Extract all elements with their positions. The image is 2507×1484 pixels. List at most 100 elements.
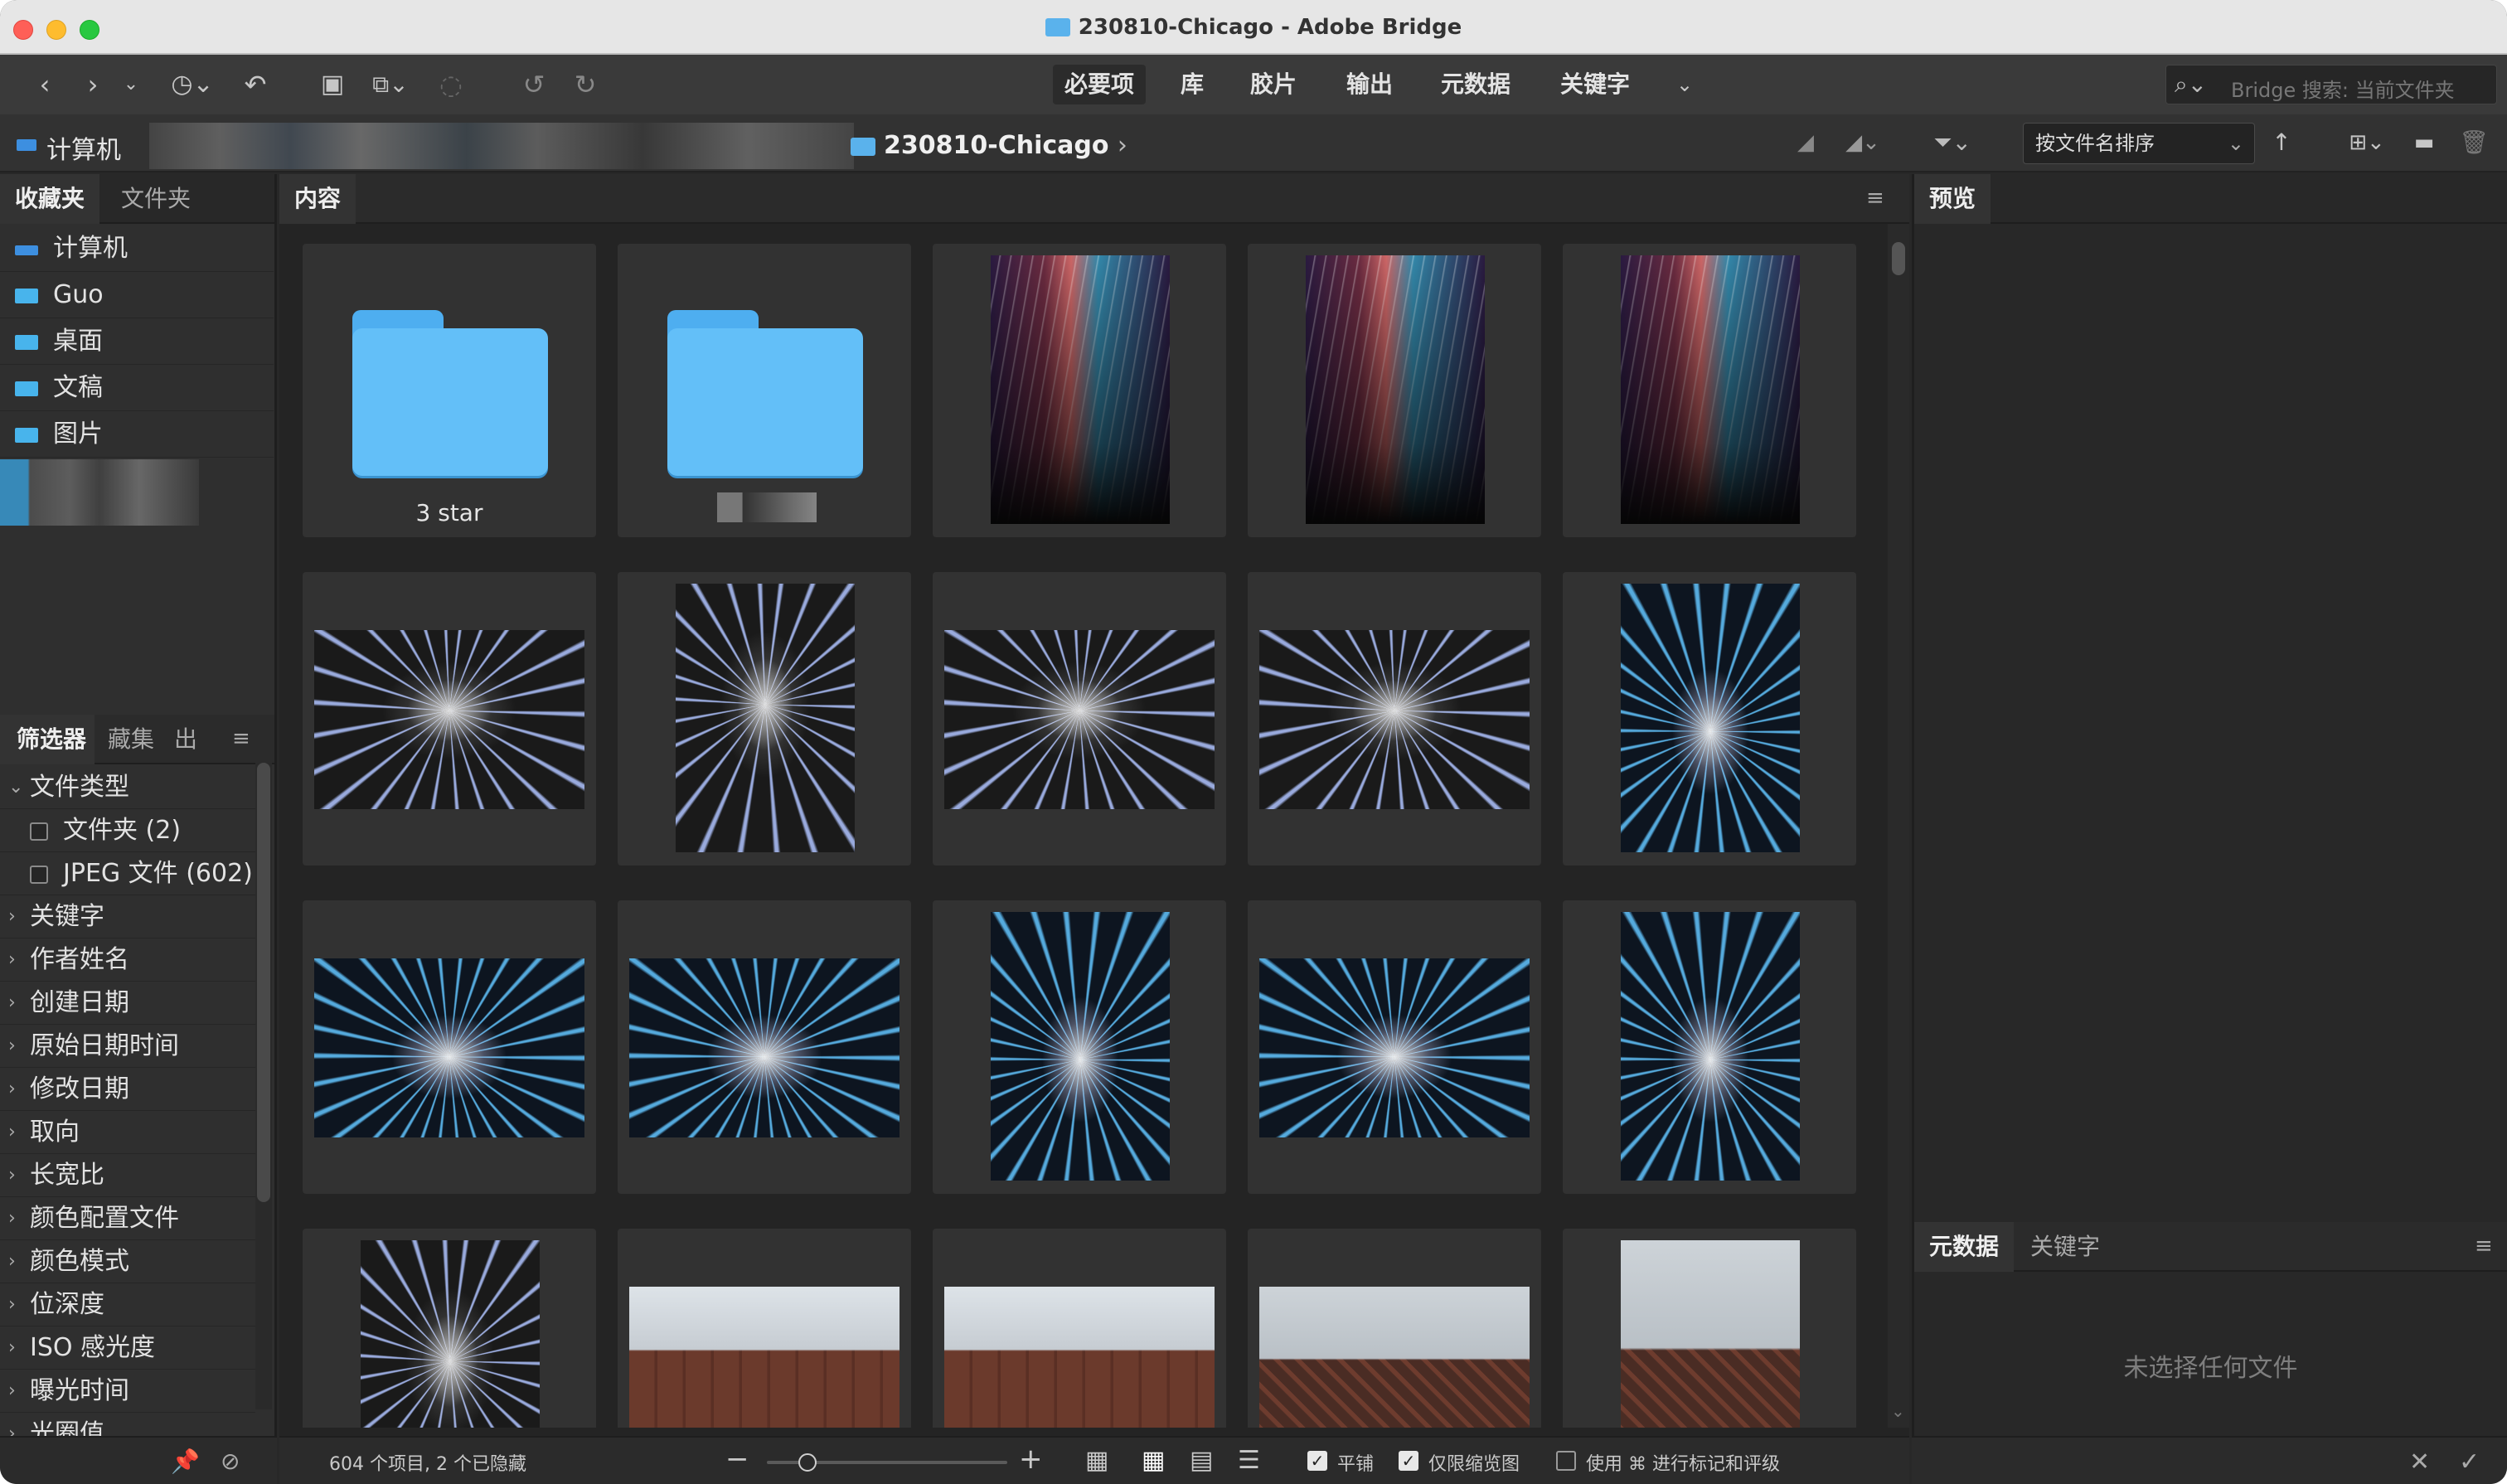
zoom-in-icon[interactable]: + bbox=[1019, 1443, 1043, 1476]
scrollbar-thumb[interactable] bbox=[1892, 242, 1905, 275]
cancel-icon[interactable]: ✕ bbox=[2409, 1448, 2430, 1477]
filter-category[interactable]: › 颜色配置文件 bbox=[0, 1197, 255, 1240]
thumbnail-photo[interactable] bbox=[1563, 572, 1856, 866]
thumbnail-photo[interactable] bbox=[618, 900, 911, 1194]
new-folder-icon[interactable]: ▬ bbox=[2406, 124, 2442, 161]
trash-icon[interactable]: 🗑 bbox=[2457, 124, 2490, 161]
filter-jpeg-option[interactable]: JPEG 文件 (602) bbox=[0, 852, 255, 895]
path-root[interactable]: 计算机 bbox=[46, 129, 121, 166]
tab-collections[interactable]: 藏集 bbox=[99, 715, 158, 764]
rotate-left-icon[interactable]: ↺ bbox=[517, 66, 550, 103]
filter-category[interactable]: › 颜色模式 bbox=[0, 1240, 255, 1283]
tab-preview[interactable]: 预览 bbox=[1914, 174, 1991, 224]
filter-category[interactable]: › 原始日期时间 bbox=[0, 1025, 255, 1068]
sort-ascending-icon[interactable]: ↑ bbox=[2265, 124, 2298, 161]
checkbox[interactable] bbox=[30, 866, 48, 884]
tile-checkbox[interactable]: ✓ bbox=[1307, 1451, 1327, 1471]
view-details-icon[interactable]: ▤ bbox=[1190, 1446, 1213, 1475]
view-list-icon[interactable]: ☰ bbox=[1238, 1446, 1260, 1475]
favorite-pictures[interactable]: 图片 bbox=[0, 411, 274, 458]
camera-raw-icon[interactable]: ◌ bbox=[434, 66, 468, 103]
workspace-metadata[interactable]: 元数据 bbox=[1429, 65, 1522, 104]
scrollbar-thumb[interactable] bbox=[257, 763, 270, 1202]
zoom-out-icon[interactable]: − bbox=[725, 1443, 749, 1476]
workspace-output[interactable]: 输出 bbox=[1335, 65, 1404, 104]
thumbnail-photo[interactable] bbox=[1248, 572, 1541, 866]
favorite-computer[interactable]: 计算机 bbox=[0, 226, 274, 272]
search-field[interactable]: ⌕⌄ Bridge 搜索: 当前文件夹 bbox=[2165, 65, 2497, 104]
tab-metadata[interactable]: 元数据 bbox=[1914, 1222, 2015, 1272]
tab-filter[interactable]: 筛选器 bbox=[0, 715, 95, 764]
filter-category[interactable]: › 位深度 bbox=[0, 1283, 255, 1326]
filter-category[interactable]: › 修改日期 bbox=[0, 1068, 255, 1111]
content-scrollbar[interactable]: ⌄ bbox=[1888, 224, 1909, 1428]
sort-dropdown[interactable]: 按文件名排序 ⌄ bbox=[2023, 123, 2255, 164]
thumbnail-photo[interactable] bbox=[303, 1229, 596, 1428]
tab-content[interactable]: 内容 bbox=[279, 174, 356, 224]
workspace-essentials[interactable]: 必要项 bbox=[1053, 65, 1147, 104]
quality-options-icon[interactable]: ◢⌄ bbox=[1834, 124, 1892, 161]
thumbnail-photo[interactable] bbox=[303, 900, 596, 1194]
filter-category[interactable]: › 创建日期 bbox=[0, 982, 255, 1025]
thumbnail-photo[interactable] bbox=[618, 1229, 911, 1428]
thumbnail-photo[interactable] bbox=[1248, 1229, 1541, 1428]
thumbnail-photo[interactable] bbox=[1248, 244, 1541, 537]
view-thumbnails-icon[interactable]: ▦ bbox=[1142, 1446, 1165, 1475]
tab-favorites[interactable]: 收藏夹 bbox=[0, 174, 100, 224]
return-to-photoshop-icon[interactable]: ↶ bbox=[239, 66, 272, 103]
filter-rating-icon[interactable]: ⏷⌄ bbox=[1923, 124, 1981, 161]
favorite-desktop[interactable]: 桌面 bbox=[0, 318, 274, 365]
back-icon[interactable]: ‹ bbox=[28, 66, 61, 103]
thumbnail-photo[interactable] bbox=[1248, 900, 1541, 1194]
use-cmd-checkbox[interactable] bbox=[1556, 1451, 1576, 1471]
apply-check-icon[interactable]: ✓ bbox=[2459, 1448, 2480, 1477]
thumbnail-folder[interactable]: 3 star bbox=[303, 244, 596, 537]
filter-folder-option[interactable]: 文件夹 (2) bbox=[0, 809, 255, 852]
thumbnail-photo[interactable] bbox=[1563, 900, 1856, 1194]
open-recent-icon[interactable]: ⊞⌄ bbox=[2338, 124, 2396, 161]
thumbnail-photo[interactable] bbox=[1563, 244, 1856, 537]
chevron-down-icon[interactable]: ⌄ bbox=[116, 66, 146, 103]
refine-icon[interactable]: ⧉⌄ bbox=[361, 66, 419, 103]
workspace-library[interactable]: 库 bbox=[1169, 65, 1215, 104]
thumbnail-size-slider[interactable] bbox=[767, 1453, 1007, 1472]
thumbnail-photo[interactable] bbox=[618, 572, 911, 866]
thumbnail-photo[interactable] bbox=[933, 244, 1226, 537]
tab-folders[interactable]: 文件夹 bbox=[106, 174, 206, 224]
filter-scrollbar[interactable] bbox=[255, 763, 272, 1409]
workspace-more-chevron-icon[interactable]: ⌄ bbox=[1670, 66, 1700, 103]
quality-icon[interactable]: ◢ bbox=[1789, 124, 1822, 161]
favorite-guo[interactable]: Guo bbox=[0, 272, 274, 318]
workspace-keywords[interactable]: 关键字 bbox=[1549, 65, 1641, 104]
panel-menu-icon[interactable]: ≡ bbox=[232, 726, 250, 751]
camera-import-icon[interactable]: ▣ bbox=[312, 66, 353, 103]
thumbnail-photo[interactable] bbox=[933, 572, 1226, 866]
recent-history-icon[interactable]: ◷⌄ bbox=[166, 66, 219, 103]
thumbnail-photo[interactable] bbox=[303, 572, 596, 866]
grid-lock-icon[interactable]: ▦ bbox=[1085, 1446, 1108, 1475]
forward-icon[interactable]: › bbox=[76, 66, 109, 103]
workspace-filmstrip[interactable]: 胶片 bbox=[1239, 65, 1308, 104]
checkbox[interactable] bbox=[30, 822, 48, 841]
panel-menu-icon[interactable]: ≡ bbox=[2475, 1234, 2493, 1258]
thumbs-only-checkbox[interactable]: ✓ bbox=[1399, 1451, 1418, 1471]
thumbnail-photo[interactable] bbox=[1563, 1229, 1856, 1428]
tab-export[interactable]: 出 bbox=[166, 715, 206, 764]
favorite-documents[interactable]: 文稿 bbox=[0, 365, 274, 411]
scroll-down-chevron-icon[interactable]: ⌄ bbox=[1891, 1401, 1905, 1421]
rotate-right-icon[interactable]: ↻ bbox=[569, 66, 602, 103]
filter-category[interactable]: › 关键字 bbox=[0, 895, 255, 938]
filter-category[interactable]: › 作者姓名 bbox=[0, 938, 255, 982]
thumbnail-folder[interactable] bbox=[618, 244, 911, 537]
thumbnail-photo[interactable] bbox=[933, 900, 1226, 1194]
filter-category[interactable]: › 取向 bbox=[0, 1111, 255, 1154]
pin-icon[interactable]: 📌 bbox=[171, 1448, 200, 1475]
filter-category[interactable]: › 长宽比 bbox=[0, 1154, 255, 1197]
filter-category[interactable]: › ISO 感光度 bbox=[0, 1326, 255, 1370]
thumbnail-photo[interactable] bbox=[933, 1229, 1226, 1428]
filter-category[interactable]: › 曝光时间 bbox=[0, 1370, 255, 1413]
clear-filter-icon[interactable]: ⊘ bbox=[221, 1448, 240, 1475]
filter-file-type[interactable]: ⌄ 文件类型 bbox=[0, 766, 255, 809]
panel-menu-icon[interactable]: ≡ bbox=[1866, 186, 1884, 211]
tab-keywords[interactable]: 关键字 bbox=[2015, 1222, 2115, 1272]
